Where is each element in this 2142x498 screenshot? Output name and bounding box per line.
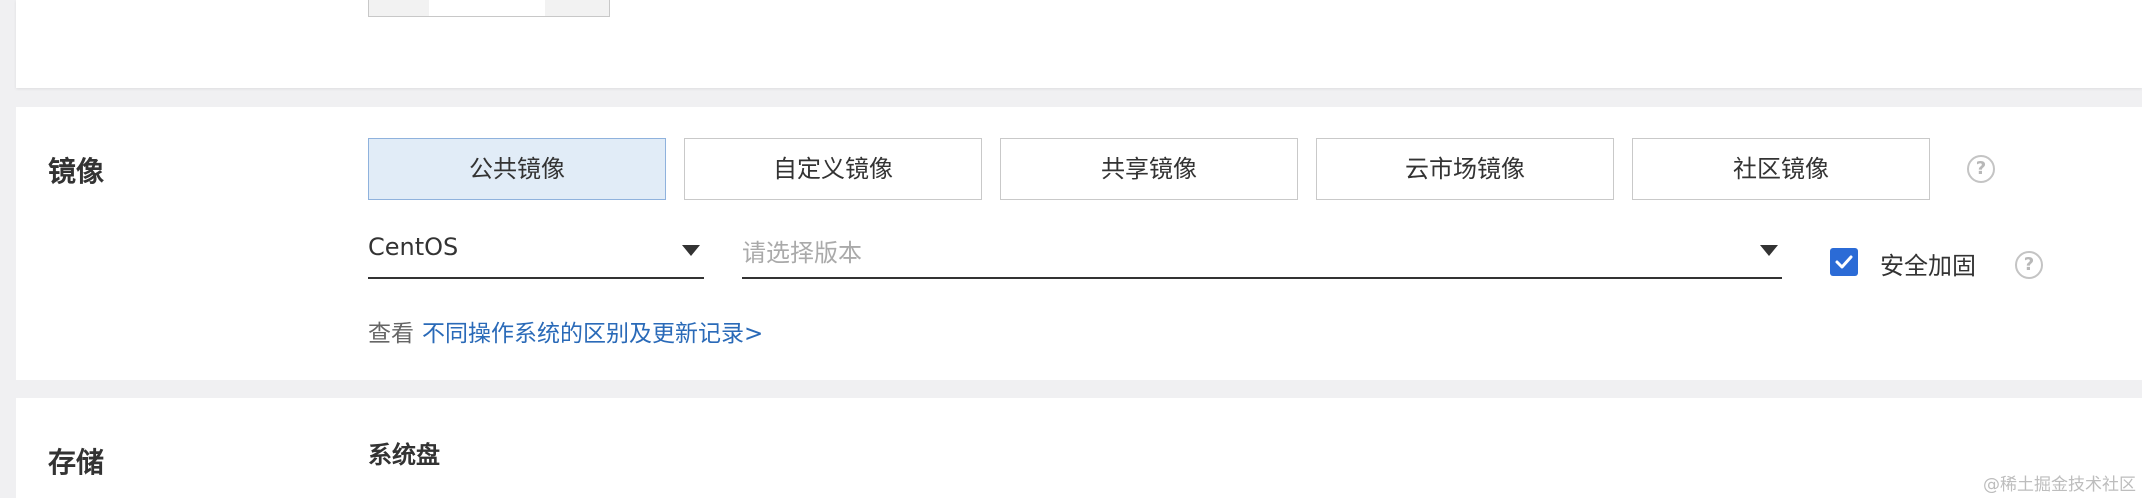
tab-custom-image[interactable]: 自定义镜像 [684, 138, 982, 200]
tab-marketplace-image[interactable]: 云市场镜像 [1316, 138, 1614, 200]
version-select-placeholder: 请选择版本 [742, 239, 862, 267]
previous-selector-box [368, 0, 610, 17]
previous-section-panel [16, 0, 2142, 88]
security-hardening-checkbox[interactable] [1830, 248, 1858, 276]
tab-community-image[interactable]: 社区镜像 [1632, 138, 1930, 200]
image-type-help-icon[interactable]: ? [1967, 155, 1995, 183]
chevron-down-icon [682, 245, 700, 256]
storage-section: 存储 系统盘 [16, 398, 2142, 498]
image-section-label: 镜像 [48, 155, 105, 188]
os-differences-link[interactable]: 不同操作系统的区别及更新记录> [422, 314, 763, 348]
version-select[interactable]: 请选择版本 [742, 223, 1782, 279]
system-disk-label: 系统盘 [368, 441, 440, 469]
image-section: 镜像 公共镜像 自定义镜像 共享镜像 云市场镜像 社区镜像 ? CentOS 请… [16, 107, 2142, 380]
tab-shared-image[interactable]: 共享镜像 [1000, 138, 1298, 200]
os-note-prefix: 查看 [368, 321, 414, 347]
previous-selector-segment [369, 0, 429, 16]
checkmark-icon [1835, 255, 1853, 269]
os-select[interactable]: CentOS [368, 223, 704, 279]
tab-public-image[interactable]: 公共镜像 [368, 138, 666, 200]
watermark: @稀土掘金技术社区 [1983, 475, 2136, 495]
security-hardening-help-icon[interactable]: ? [2015, 251, 2043, 279]
os-select-value: CentOS [368, 233, 459, 261]
storage-section-label: 存储 [48, 446, 105, 479]
chevron-down-icon [1760, 245, 1778, 256]
previous-selector-segment [545, 0, 609, 16]
security-hardening-label: 安全加固 [1880, 252, 1976, 280]
